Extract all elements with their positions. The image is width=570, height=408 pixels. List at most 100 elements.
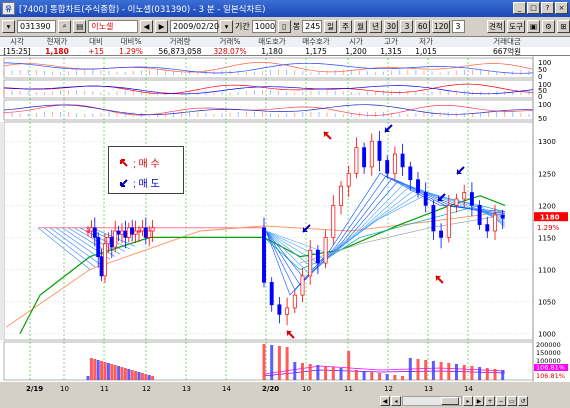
stock-name-field[interactable]: 이노셀 bbox=[88, 19, 138, 33]
quote-button[interactable]: 견적 bbox=[486, 19, 505, 33]
stock-chart[interactable]: 130012501200115011001050100011801.29%100… bbox=[0, 56, 570, 394]
candle-body bbox=[120, 230, 124, 235]
volume-bar bbox=[106, 363, 110, 380]
folder-icon[interactable]: ▤ bbox=[73, 19, 87, 33]
volume-bar bbox=[110, 364, 114, 380]
volume-bar bbox=[144, 374, 148, 380]
volume-bar bbox=[93, 359, 97, 380]
volume-bar bbox=[301, 363, 304, 380]
minute-120-button[interactable]: 120 bbox=[431, 19, 451, 33]
candle-type-icon[interactable]: ▯ bbox=[277, 19, 291, 33]
volume-bar bbox=[89, 358, 93, 380]
candle-body bbox=[408, 166, 413, 181]
period-input[interactable]: 1000 bbox=[251, 19, 276, 33]
buy-legend-label: ; 매 수 bbox=[133, 159, 160, 170]
prev-arrow-icon[interactable]: ◀ bbox=[140, 19, 153, 33]
zoom-out-icon[interactable]: − bbox=[496, 396, 506, 406]
unit-week-button[interactable]: 주 bbox=[339, 19, 353, 33]
indicator-tick-label: 0 bbox=[538, 93, 542, 101]
layout-icon[interactable]: ⊞ bbox=[557, 19, 570, 33]
candle-body bbox=[126, 227, 131, 238]
code-dropdown-icon[interactable]: ▾ bbox=[2, 19, 15, 33]
close-button[interactable]: × bbox=[555, 2, 568, 14]
candle-body bbox=[99, 256, 104, 277]
x-tick-label: 11 bbox=[100, 385, 109, 393]
reset-icon[interactable]: ↺ bbox=[518, 396, 528, 406]
scroll-first-icon[interactable]: ◀ bbox=[380, 396, 390, 406]
candle-body bbox=[89, 227, 94, 232]
scroll-thumb[interactable] bbox=[441, 397, 459, 405]
minute-custom-input[interactable]: 3 bbox=[452, 19, 466, 33]
scroll-left-icon[interactable]: ◂ bbox=[391, 396, 401, 406]
chart-scrollbar[interactable]: ◀ ◂ ▸ ▶ + − ▭ ↺ bbox=[0, 394, 570, 408]
candle-body bbox=[103, 243, 107, 277]
window-title: [7400] 통합차트(주식종합) - 이노셀(031390) - 3 분 - … bbox=[19, 4, 266, 15]
stock-code-input[interactable]: 031390 bbox=[17, 19, 57, 33]
volume-bar bbox=[324, 366, 328, 380]
minute-30-button[interactable]: 30 bbox=[384, 19, 399, 33]
scroll-right-icon[interactable]: ▸ bbox=[463, 396, 473, 406]
volume-bar bbox=[293, 362, 297, 380]
volume-bar bbox=[140, 373, 144, 380]
indicator-tick-label: 100 bbox=[538, 101, 551, 109]
x-tick-label: 2/20 bbox=[262, 385, 279, 393]
volume-bar bbox=[127, 369, 131, 380]
minimize-button[interactable]: _ bbox=[513, 2, 526, 14]
volume-bar bbox=[431, 361, 435, 380]
quote-value-cell: 1,175 bbox=[305, 46, 327, 56]
candle-body bbox=[331, 205, 336, 238]
candle-body bbox=[262, 227, 266, 283]
candle-body bbox=[300, 275, 305, 296]
quote-value-cell: 1.29% bbox=[119, 46, 143, 56]
settings-icon[interactable]: ⚙ bbox=[542, 19, 556, 33]
volume-bar bbox=[416, 359, 420, 380]
period-label: 기간 bbox=[235, 21, 250, 31]
x-tick-label: 2/19 bbox=[26, 385, 43, 393]
unit-day-button[interactable]: 일 bbox=[324, 19, 338, 33]
calendar-dropdown-icon[interactable]: ▾ bbox=[220, 19, 233, 33]
candle-body bbox=[137, 230, 141, 233]
candle-body bbox=[106, 237, 111, 245]
window-controls: _ □ ? × bbox=[513, 2, 568, 14]
unit-month-button[interactable]: 월 bbox=[354, 19, 368, 33]
help-button[interactable]: ? bbox=[541, 2, 554, 14]
quote-table: 시각 현재가 대비 대비% 거래량 거래% 매도호가 매수호가 시가 고가 저가 거래대금 [15:2… bbox=[0, 36, 570, 56]
count-input[interactable]: 245 bbox=[302, 19, 323, 33]
unit-year-button[interactable]: 년 bbox=[369, 19, 383, 33]
scroll-last-icon[interactable]: ▶ bbox=[474, 396, 484, 406]
zoom-in-icon[interactable]: + bbox=[485, 396, 495, 406]
save-icon[interactable]: ▣ bbox=[527, 19, 541, 33]
volume-bar bbox=[462, 365, 466, 380]
quote-value-cell: [15:25] bbox=[3, 46, 31, 56]
minute-60-button[interactable]: 60 bbox=[415, 19, 430, 33]
volume-bar bbox=[100, 361, 104, 380]
panel-main bbox=[3, 121, 534, 341]
price-tick-label: 1050 bbox=[538, 299, 556, 307]
fit-icon[interactable]: ▭ bbox=[507, 396, 517, 406]
price-tick-label: 1250 bbox=[538, 170, 556, 178]
candle-body bbox=[423, 192, 428, 206]
candle-body bbox=[150, 227, 155, 232]
sell-legend-item: ; 매 도 bbox=[119, 175, 160, 190]
x-axis-bar bbox=[0, 382, 570, 394]
candle-body bbox=[400, 153, 405, 168]
volume-bar bbox=[262, 344, 266, 380]
next-arrow-icon[interactable]: ▶ bbox=[155, 19, 168, 33]
date-input[interactable]: 2009/02/20 bbox=[170, 19, 219, 33]
x-tick-label: 10 bbox=[60, 385, 69, 393]
volume-bar bbox=[501, 370, 505, 380]
quote-header-cell: 거래대금 bbox=[493, 37, 521, 46]
volume-bar bbox=[86, 376, 90, 380]
search-icon[interactable]: ⌕ bbox=[58, 19, 72, 33]
volume-bar bbox=[113, 365, 117, 380]
left-gutter bbox=[0, 122, 4, 340]
maximize-button[interactable]: □ bbox=[527, 2, 540, 14]
volume-bar bbox=[478, 367, 482, 380]
scroll-track[interactable] bbox=[402, 396, 462, 406]
minute-3-button[interactable]: 3 bbox=[400, 19, 414, 33]
price-tick-label: 1200 bbox=[538, 202, 556, 210]
quote-header-cell: 매수호가 bbox=[302, 37, 330, 46]
candle-body bbox=[140, 227, 145, 232]
tools-button[interactable]: 도구 bbox=[506, 19, 526, 33]
quote-value-cell: +15 bbox=[88, 46, 104, 56]
